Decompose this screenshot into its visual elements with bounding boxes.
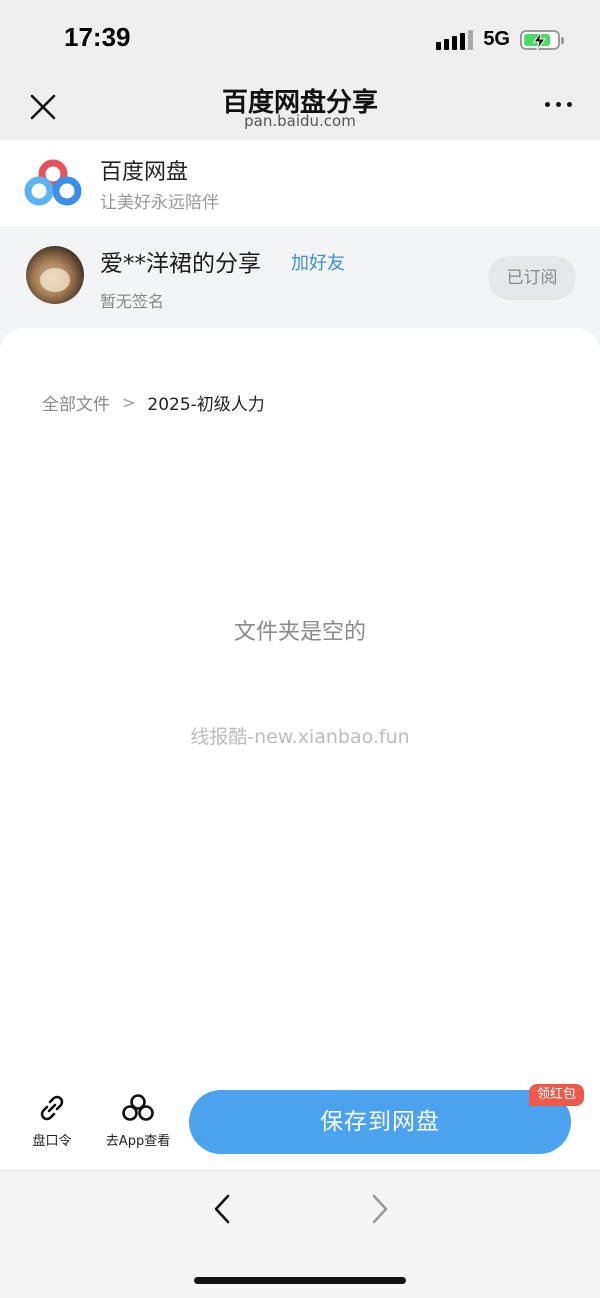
page-url: pan.baidu.com — [244, 112, 356, 130]
file-list-card: 全部文件 > 2025-初级人力 文件夹是空的 线报酷-new.xianbao.… — [0, 328, 600, 1170]
red-packet-badge[interactable]: 领红包 — [528, 1084, 584, 1106]
breadcrumb-current: 2025-初级人力 — [147, 395, 265, 415]
link-icon — [40, 1095, 64, 1121]
breadcrumb-root[interactable]: 全部文件 — [42, 390, 110, 415]
more-button[interactable] — [545, 102, 572, 107]
home-indicator — [194, 1277, 406, 1284]
more-icon — [545, 102, 550, 107]
chevron-left-icon — [214, 1194, 230, 1224]
avatar[interactable] — [26, 246, 84, 304]
subscribed-button[interactable]: 已订阅 — [488, 256, 576, 300]
sharer-name: 爱**洋裙的分享 — [100, 251, 261, 277]
forward-button[interactable] — [368, 1193, 390, 1229]
back-button[interactable] — [212, 1193, 234, 1229]
open-app-label: 去App查看 — [105, 1134, 171, 1149]
sharer-signature: 暂无签名 — [100, 292, 165, 311]
netdisk-rings-icon — [122, 1094, 154, 1121]
open-app-button[interactable]: 去App查看 — [104, 1092, 172, 1149]
share-code-button[interactable]: 盘口令 — [30, 1092, 74, 1149]
bottom-action-bar: 盘口令 去App查看 保存到网盘 领红包 — [0, 1078, 600, 1170]
breadcrumb: 全部文件 > 2025-初级人力 — [42, 390, 265, 415]
signal-icon — [436, 29, 474, 50]
share-code-label: 盘口令 — [32, 1134, 72, 1149]
baidu-netdisk-logo — [24, 159, 82, 206]
battery-charging-icon — [520, 29, 564, 50]
chevron-right-icon — [372, 1194, 388, 1224]
sharer-info: 爱**洋裙的分享 加好友 暂无签名 已订阅 — [0, 226, 600, 336]
breadcrumb-separator: > — [122, 393, 136, 412]
watermark-text: 线报酷-new.xianbao.fun — [190, 726, 410, 748]
browser-toolbar — [0, 1170, 600, 1298]
empty-folder-message: 文件夹是空的 — [233, 620, 366, 645]
add-friend-link[interactable]: 加好友 — [291, 249, 345, 275]
network-type: 5G — [483, 28, 510, 50]
app-name: 百度网盘 — [100, 160, 189, 185]
status-icons: 5G — [436, 28, 564, 51]
app-slogan: 让美好永远陪伴 — [100, 193, 219, 213]
app-banner[interactable]: 百度网盘 让美好永远陪伴 — [0, 140, 600, 226]
browser-nav-bar: 百度网盘分享 pan.baidu.com — [0, 80, 600, 140]
save-to-netdisk-button[interactable]: 保存到网盘 — [189, 1090, 571, 1154]
status-time: 17:39 — [64, 22, 131, 52]
status-bar: 17:39 5G — [0, 0, 600, 80]
